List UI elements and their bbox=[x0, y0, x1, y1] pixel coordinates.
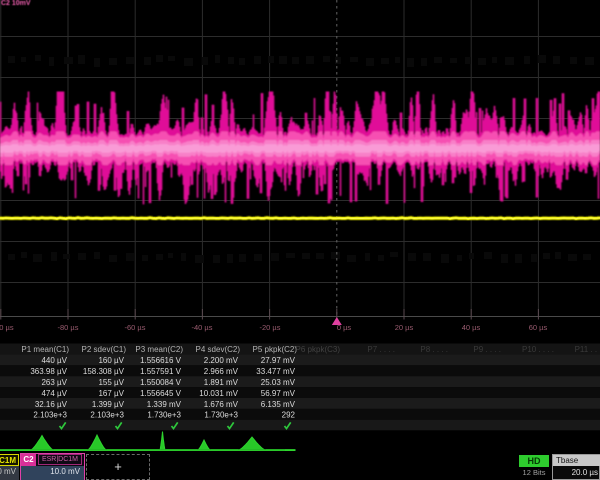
svg-text:25.03 mV: 25.03 mV bbox=[261, 378, 296, 387]
svg-text:1.556616 V: 1.556616 V bbox=[140, 356, 182, 365]
svg-text:1.339 mV: 1.339 mV bbox=[147, 400, 182, 409]
svg-text:0 µs: 0 µs bbox=[337, 323, 352, 332]
svg-text:1.891 mV: 1.891 mV bbox=[204, 378, 239, 387]
svg-text:60 µs: 60 µs bbox=[529, 323, 548, 332]
svg-text:2.103e+3: 2.103e+3 bbox=[33, 411, 67, 420]
svg-text:20 µs: 20 µs bbox=[395, 323, 414, 332]
svg-text:1.730e+3: 1.730e+3 bbox=[204, 411, 238, 420]
svg-text:474 µV: 474 µV bbox=[41, 389, 67, 398]
svg-text:-40 µs: -40 µs bbox=[192, 323, 213, 332]
svg-text:2.200 mV: 2.200 mV bbox=[204, 356, 239, 365]
svg-text:P6 pkpk(C3): P6 pkpk(C3) bbox=[296, 345, 341, 354]
svg-text:263 µV: 263 µV bbox=[41, 378, 67, 387]
svg-text:-100 µs: -100 µs bbox=[0, 323, 14, 332]
svg-text:40 µs: 40 µs bbox=[462, 323, 481, 332]
svg-text:1.557591 V: 1.557591 V bbox=[140, 367, 182, 376]
svg-text:27.97 mV: 27.97 mV bbox=[261, 356, 296, 365]
svg-text:P9 . . . .: P9 . . . . bbox=[473, 345, 501, 354]
svg-text:167 µV: 167 µV bbox=[98, 389, 124, 398]
svg-text:158.308 µV: 158.308 µV bbox=[83, 367, 125, 376]
svg-text:292: 292 bbox=[282, 411, 296, 420]
svg-text:1.399 µV: 1.399 µV bbox=[92, 400, 125, 409]
svg-text:6.135 mV: 6.135 mV bbox=[261, 400, 296, 409]
svg-text:-80 µs: -80 µs bbox=[58, 323, 79, 332]
svg-text:155 µV: 155 µV bbox=[98, 378, 124, 387]
svg-text:363.98 µV: 363.98 µV bbox=[30, 367, 67, 376]
svg-text:160 µV: 160 µV bbox=[98, 356, 124, 365]
svg-text:P3 mean(C2): P3 mean(C2) bbox=[135, 345, 183, 354]
svg-text:-20 µs: -20 µs bbox=[260, 323, 281, 332]
svg-text:P7 . . . .: P7 . . . . bbox=[367, 345, 395, 354]
svg-text:P10 . . . .: P10 . . . . bbox=[522, 345, 554, 354]
svg-text:1.730e+3: 1.730e+3 bbox=[147, 411, 181, 420]
svg-text:P2 sdev(C1): P2 sdev(C1) bbox=[82, 345, 127, 354]
svg-text:440 µV: 440 µV bbox=[41, 356, 67, 365]
svg-text:P1 mean(C1): P1 mean(C1) bbox=[21, 345, 69, 354]
svg-text:2.966 mV: 2.966 mV bbox=[204, 367, 239, 376]
svg-text:P11 . . . .: P11 . . . . bbox=[575, 345, 600, 354]
svg-text:P4 sdev(C2): P4 sdev(C2) bbox=[196, 345, 241, 354]
svg-text:-60 µs: -60 µs bbox=[125, 323, 146, 332]
svg-text:P8 . . . .: P8 . . . . bbox=[420, 345, 448, 354]
svg-text:1.676 mV: 1.676 mV bbox=[204, 400, 239, 409]
svg-text:1.550084 V: 1.550084 V bbox=[140, 378, 182, 387]
svg-text:56.97 mV: 56.97 mV bbox=[261, 389, 296, 398]
svg-text:1.556645 V: 1.556645 V bbox=[140, 389, 182, 398]
svg-text:2.103e+3: 2.103e+3 bbox=[90, 411, 124, 420]
svg-text:10.031 mV: 10.031 mV bbox=[199, 389, 238, 398]
svg-text:P5 pkpk(C2): P5 pkpk(C2) bbox=[253, 345, 298, 354]
svg-text:32.16 µV: 32.16 µV bbox=[35, 400, 68, 409]
svg-text:33.477 mV: 33.477 mV bbox=[256, 367, 295, 376]
